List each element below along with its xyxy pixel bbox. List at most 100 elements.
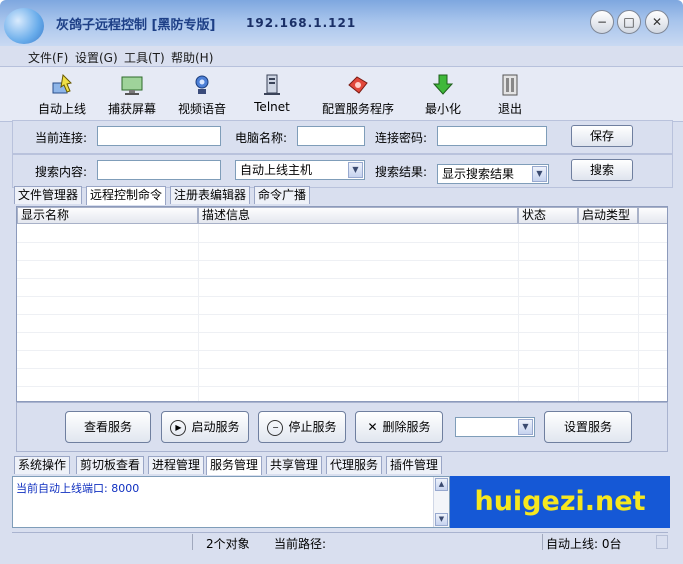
config-server-icon [348,76,368,94]
row-line [17,260,667,261]
search-result-value: 显示搜索结果 [442,167,515,181]
tab-plugin-manager[interactable]: 插件管理 [386,456,443,474]
status-current-path: 当前路径: [274,537,327,551]
main-window: 灰鸽子远程控制 [黑防专版] 192.168.1.121 − □ ✕ 文件(F)… [0,0,683,564]
exit-icon [502,74,518,96]
tab-service-manager[interactable]: 服务管理 [206,456,263,475]
password-input[interactable] [437,126,547,146]
title-bar[interactable]: 灰鸽子远程控制 [黑防专版] 192.168.1.121 − □ ✕ [0,0,683,46]
connection-row: 当前连接: 电脑名称: 连接密码: 保存 [12,120,673,154]
delete-service-button[interactable]: ✕ 删除服务 [355,411,443,443]
close-button[interactable]: ✕ [645,10,669,34]
set-service-button[interactable]: 设置服务 [544,411,632,443]
minimize-tool-label: 最小化 [424,102,461,116]
screen-capture-label: 捕获屏幕 [107,102,156,116]
scroll-up-icon[interactable]: ▲ [435,478,448,491]
status-divider [542,534,543,550]
menu-help[interactable]: 帮助(H) [171,49,213,66]
row-line [17,314,667,315]
current-connection-input[interactable] [97,126,221,146]
menu-bar: 文件(F) 设置(G) 工具(T) 帮助(H) [0,46,683,66]
tab-remote-commands[interactable]: 远程控制命令 [86,186,167,205]
pc-name-input[interactable] [297,126,365,146]
column-description[interactable]: 描述信息 [198,207,518,224]
column-extra[interactable] [638,207,667,224]
tab-proxy-service[interactable]: 代理服务 [326,456,383,474]
tab-clipboard[interactable]: 剪切板查看 [76,456,145,474]
telnet-label: Telnet [254,100,290,114]
row-line [17,386,667,387]
telnet-icon [264,74,280,95]
save-button[interactable]: 保存 [571,125,633,147]
row-line [17,350,667,351]
tab-share-manager[interactable]: 共享管理 [266,456,323,474]
exit-button[interactable]: 退出 [488,73,532,117]
main-tab-strip: 文件管理器 远程控制命令 注册表编辑器 命令广播 [12,186,412,205]
log-scrollbar[interactable]: ▲ ▼ [433,477,449,527]
minimize-button[interactable]: − [590,10,614,34]
log-panel[interactable]: 当前自动上线端口: 8000 ▲ ▼ [12,476,450,528]
scroll-down-icon[interactable]: ▼ [435,513,448,526]
column-startup-type[interactable]: 启动类型 [578,207,638,224]
tab-process-manager[interactable]: 进程管理 [148,456,205,474]
view-service-button[interactable]: 查看服务 [65,411,151,443]
service-option-select[interactable]: ▼ [455,417,535,437]
column-display-name[interactable]: 显示名称 [17,207,198,224]
column-divider [638,224,639,401]
log-text: 当前自动上线端口: 8000 [16,482,140,495]
search-scope-select[interactable]: 自动上线主机 ▼ [235,160,365,180]
delete-service-label: 删除服务 [382,420,431,434]
tab-command-broadcast[interactable]: 命令广播 [254,186,311,204]
tab-file-manager[interactable]: 文件管理器 [14,186,83,204]
start-service-button[interactable]: ▶ 启动服务 [161,411,249,443]
pc-name-label: 电脑名称: [235,131,288,145]
delete-icon: ✕ [367,420,378,434]
resize-grip-icon[interactable] [656,535,668,549]
current-connection-label: 当前连接: [35,131,88,145]
search-scope-value: 自动上线主机 [240,163,313,177]
search-result-select[interactable]: 显示搜索结果 ▼ [437,164,549,184]
status-object-count: 2个对象 [206,537,250,551]
play-icon: ▶ [170,419,187,436]
huigezi-banner[interactable]: huigezi.net [450,476,670,528]
menu-file[interactable]: 文件(F) [28,49,68,66]
set-service-label: 设置服务 [563,420,612,434]
search-row: 搜索内容: 自动上线主机 ▼ 搜索结果: 显示搜索结果 ▼ 搜索 [12,154,673,188]
menu-settings[interactable]: 设置(G) [75,49,118,66]
column-divider [198,224,199,401]
start-service-label: 启动服务 [191,420,240,434]
chevron-down-icon: ▼ [348,162,363,178]
app-logo-icon [4,8,44,44]
screen-capture-icon [121,76,143,95]
column-divider [578,224,579,401]
minimize-icon [432,74,454,95]
tab-system-ops[interactable]: 系统操作 [14,456,71,474]
search-button[interactable]: 搜索 [571,159,633,181]
auto-online-label: 自动上线 [37,102,86,116]
auto-online-button[interactable]: 自动上线 [34,73,90,117]
row-line [17,278,667,279]
screen-capture-button[interactable]: 捕获屏幕 [104,73,160,117]
status-divider [192,534,193,550]
config-server-button[interactable]: 配置服务程序 [318,73,398,117]
stop-service-button[interactable]: − 停止服务 [258,411,346,443]
video-voice-button[interactable]: 视频语音 [174,73,230,117]
toolbar: 自动上线 捕获屏幕 视频语音 Telnet 配置服务程序 最小化 退出 [0,66,683,122]
search-content-input[interactable] [97,160,221,180]
chevron-down-icon: ▼ [532,166,547,182]
status-bar: 2个对象 当前路径: 自动上线: 0台 [12,532,668,551]
menu-tools[interactable]: 工具(T) [124,49,165,66]
chevron-down-icon: ▼ [518,419,533,435]
minimize-tool-button[interactable]: 最小化 [418,73,468,117]
maximize-button[interactable]: □ [617,10,641,34]
search-result-label: 搜索结果: [375,165,428,179]
service-action-bar: 查看服务 ▶ 启动服务 − 停止服务 ✕ 删除服务 ▼ 设置服务 [16,402,668,452]
search-content-label: 搜索内容: [35,165,88,179]
telnet-button[interactable]: Telnet [246,73,298,114]
video-voice-icon [195,75,209,94]
window-title: 灰鸽子远程控制 [黑防专版] [56,18,216,33]
service-list[interactable]: 显示名称 描述信息 状态 启动类型 [16,206,668,402]
tab-registry-editor[interactable]: 注册表编辑器 [170,186,251,204]
column-status[interactable]: 状态 [518,207,578,224]
stop-service-label: 停止服务 [288,420,337,434]
